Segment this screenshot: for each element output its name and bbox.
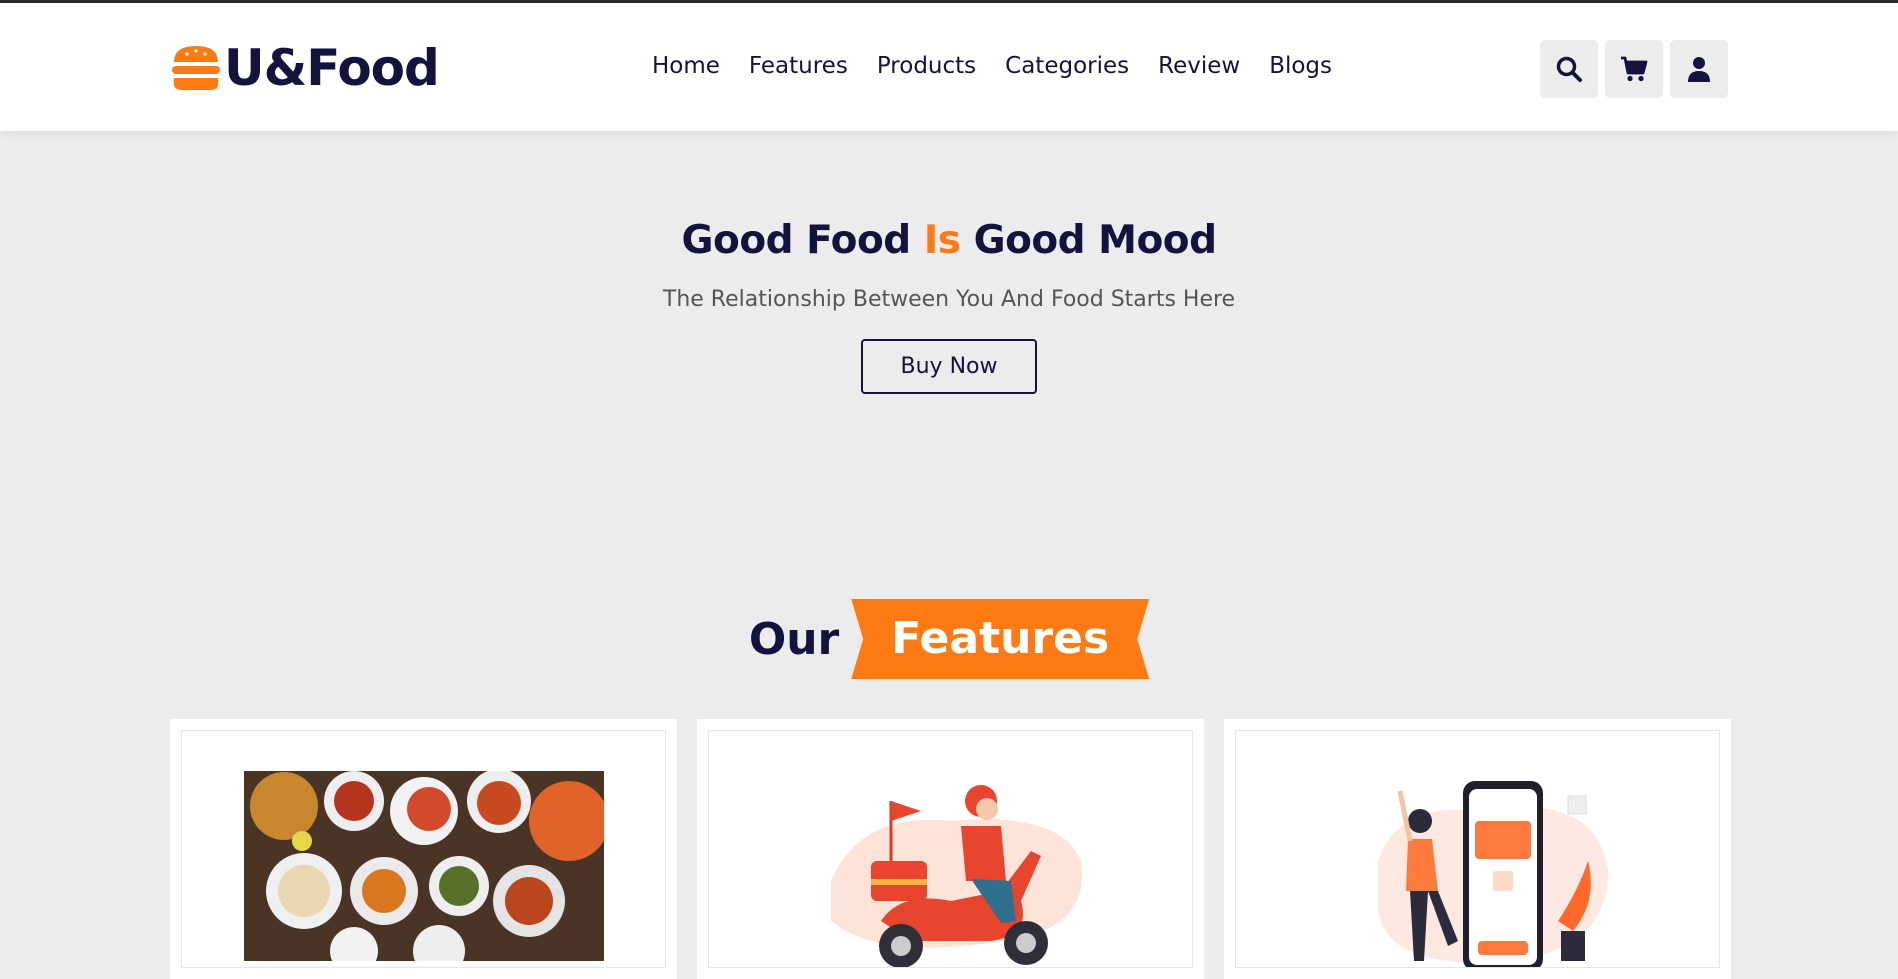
features-heading: Our Features [0, 599, 1898, 679]
nav-review[interactable]: Review [1158, 53, 1240, 79]
feature-card [170, 719, 677, 979]
feature-cards [170, 719, 1731, 979]
search-icon [1556, 56, 1582, 82]
hero-title-part2: Good Mood [960, 218, 1217, 263]
feature-card-inner [181, 730, 666, 968]
feature-card [1224, 719, 1731, 979]
user-icon [1688, 57, 1710, 82]
buy-now-button[interactable]: Buy Now [860, 339, 1038, 394]
feature-card-inner [708, 730, 1193, 968]
logo-text: U&Food [224, 39, 440, 97]
nav-categories[interactable]: Categories [1005, 53, 1129, 79]
hero-subtitle: The Relationship Between You And Food St… [662, 287, 1236, 312]
mobile-payment-illustration [1377, 781, 1608, 967]
nav-products[interactable]: Products [877, 53, 976, 79]
site-header: U&Food Home Features Products Categories… [0, 3, 1898, 131]
features-heading-ribbon: Features [851, 599, 1150, 679]
delivery-scooter-illustration [830, 785, 1082, 967]
hero-title: Good Food Is Good Mood [0, 218, 1898, 263]
logo[interactable]: U&Food [170, 39, 440, 97]
burger-icon [172, 46, 220, 90]
main-nav: Home Features Products Categories Review… [652, 53, 1332, 79]
feature-card-inner [1235, 730, 1720, 968]
feature-card [697, 719, 1204, 979]
nav-features[interactable]: Features [749, 53, 848, 79]
cart-button[interactable] [1605, 40, 1663, 98]
user-button[interactable] [1670, 40, 1728, 98]
cart-icon [1621, 56, 1648, 82]
nav-home[interactable]: Home [652, 53, 720, 79]
header-icon-buttons [1540, 40, 1728, 98]
features-heading-plain: Our [748, 613, 840, 665]
search-button[interactable] [1540, 40, 1598, 98]
food-dishes-photo [243, 771, 604, 961]
hero-title-part1: Good Food [681, 218, 924, 263]
nav-blogs[interactable]: Blogs [1269, 53, 1332, 79]
hero-title-accent: Is [923, 218, 961, 263]
hero-section: Good Food Is Good Mood The Relationship … [0, 218, 1898, 394]
